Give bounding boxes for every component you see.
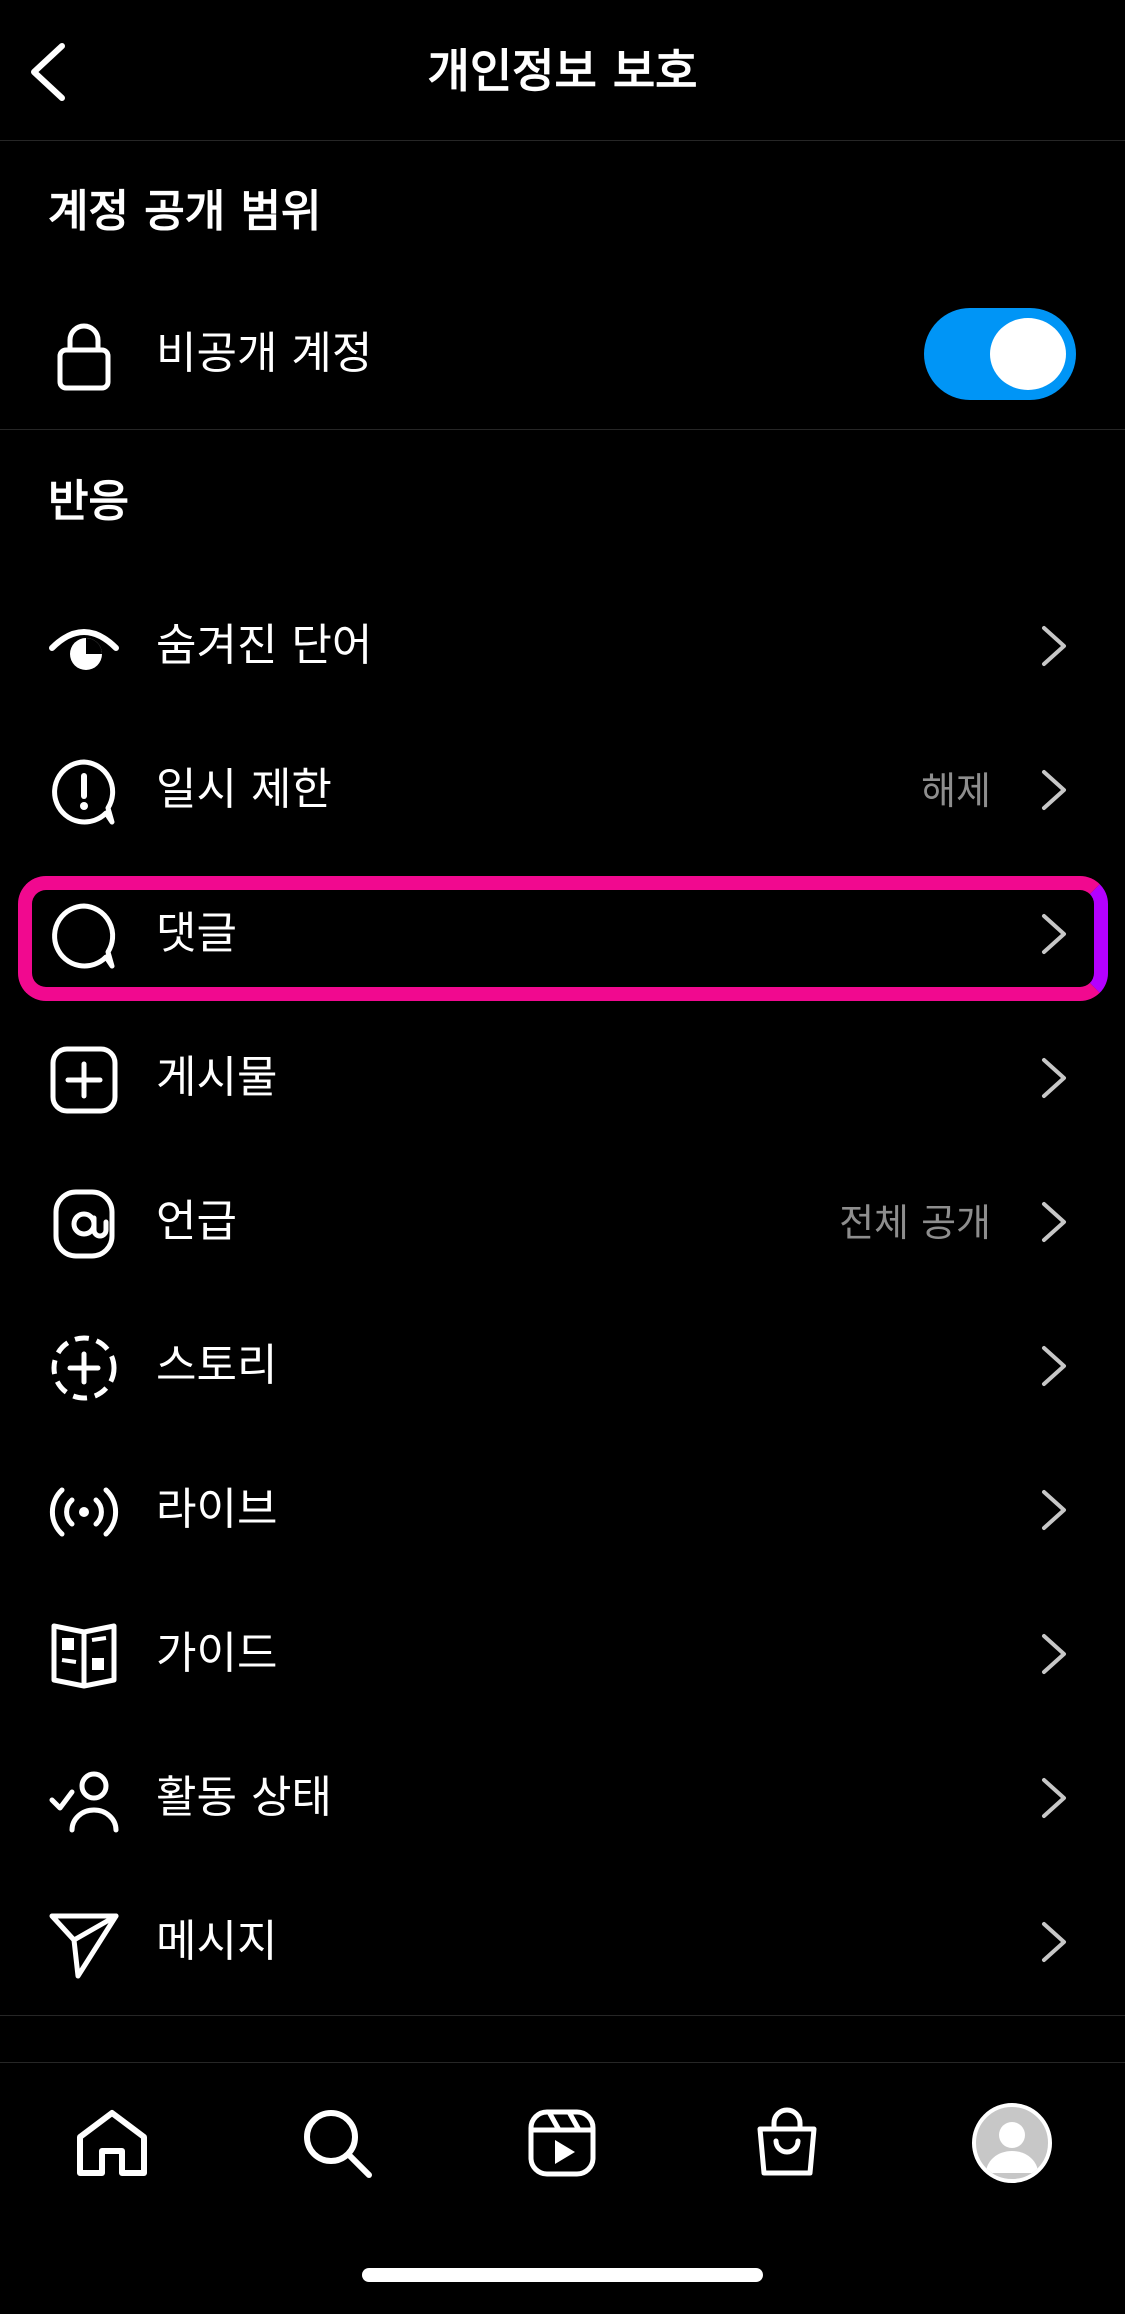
row-label: 스토리 bbox=[156, 1340, 278, 1391]
row-label: 활동 상태 bbox=[156, 1772, 332, 1823]
home-indicator bbox=[362, 2268, 763, 2282]
private-account-toggle[interactable] bbox=[924, 308, 1076, 400]
row-posts[interactable]: 게시물 bbox=[0, 1006, 1125, 1150]
chevron-right-icon bbox=[1042, 1634, 1066, 1674]
divider bbox=[0, 429, 1125, 430]
chevron-right-icon bbox=[1042, 1346, 1066, 1386]
highlight-box bbox=[18, 876, 1108, 1001]
tab-profile[interactable] bbox=[962, 2093, 1062, 2193]
add-post-icon bbox=[48, 1044, 120, 1116]
row-label: 숨겨진 단어 bbox=[156, 620, 373, 671]
story-add-icon bbox=[48, 1332, 120, 1404]
row-story[interactable]: 스토리 bbox=[0, 1294, 1125, 1438]
tab-home[interactable] bbox=[62, 2093, 162, 2193]
message-send-icon bbox=[48, 1908, 120, 1980]
row-mentions[interactable]: 언급 전체 공개 bbox=[0, 1150, 1125, 1294]
section-title-visibility: 계정 공개 범위 bbox=[48, 186, 322, 237]
chevron-right-icon bbox=[1042, 1778, 1066, 1818]
divider bbox=[0, 2015, 1125, 2016]
chevron-right-icon bbox=[1042, 1058, 1066, 1098]
row-live[interactable]: 라이브 bbox=[0, 1438, 1125, 1582]
row-hidden-words[interactable]: 숨겨진 단어 bbox=[0, 574, 1125, 718]
limit-alert-icon bbox=[48, 756, 120, 828]
live-icon bbox=[48, 1476, 120, 1548]
row-label: 가이드 bbox=[156, 1628, 278, 1679]
row-activity-status[interactable]: 활동 상태 bbox=[0, 1726, 1125, 1870]
row-guides[interactable]: 가이드 bbox=[0, 1582, 1125, 1726]
profile-avatar bbox=[972, 2103, 1052, 2183]
header: 개인정보 보호 bbox=[0, 0, 1125, 141]
chevron-right-icon bbox=[1042, 1490, 1066, 1530]
row-label: 게시물 bbox=[156, 1052, 278, 1103]
lock-icon bbox=[48, 320, 120, 392]
mention-icon bbox=[48, 1188, 120, 1260]
search-icon bbox=[304, 2110, 372, 2178]
guide-icon bbox=[48, 1620, 120, 1692]
row-label: 라이브 bbox=[156, 1484, 278, 1535]
page-title: 개인정보 보호 bbox=[427, 44, 698, 98]
chevron-right-icon bbox=[1042, 1922, 1066, 1962]
tab-reels[interactable] bbox=[512, 2093, 612, 2193]
tab-search[interactable] bbox=[287, 2093, 387, 2193]
home-icon bbox=[77, 2110, 147, 2176]
row-label: 메시지 bbox=[156, 1916, 278, 1967]
chevron-right-icon bbox=[1042, 770, 1066, 810]
tab-shop[interactable] bbox=[737, 2093, 837, 2193]
row-value: 전체 공개 bbox=[839, 1201, 991, 1245]
shop-icon bbox=[757, 2107, 817, 2176]
eye-hidden-icon bbox=[48, 612, 120, 684]
row-value: 해제 bbox=[921, 769, 991, 813]
chevron-right-icon bbox=[1042, 626, 1066, 666]
chevron-right-icon bbox=[1042, 1202, 1066, 1242]
row-messages[interactable]: 메시지 bbox=[0, 1870, 1125, 2014]
reels-icon bbox=[528, 2109, 596, 2177]
row-label: 일시 제한 bbox=[156, 764, 332, 815]
row-limits[interactable]: 일시 제한 해제 bbox=[0, 718, 1125, 862]
toggle-knob bbox=[990, 318, 1066, 390]
section-title-interactions: 반응 bbox=[48, 476, 129, 527]
activity-status-icon bbox=[48, 1764, 120, 1836]
private-account-label: 비공개 계정 bbox=[156, 328, 373, 379]
row-label: 언급 bbox=[156, 1196, 237, 1247]
